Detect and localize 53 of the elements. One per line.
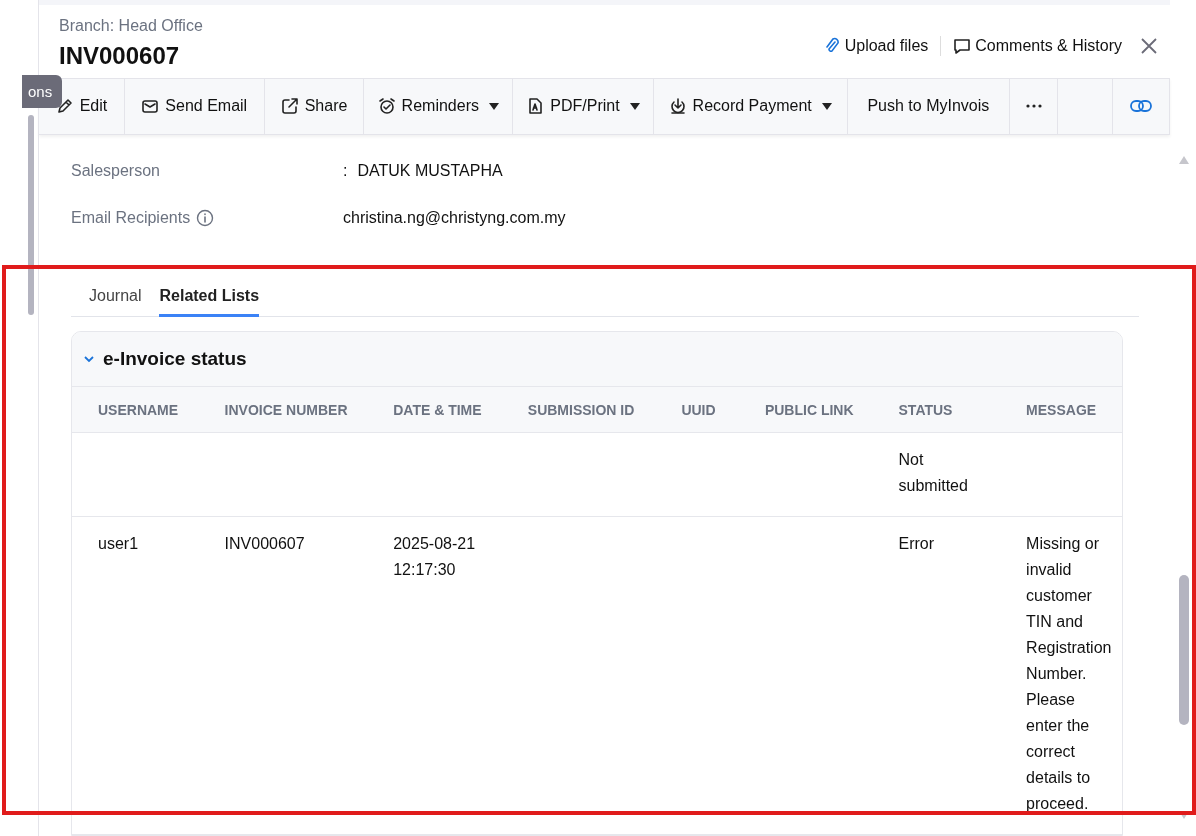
branch-label: Branch: Head Office [59,16,203,35]
toolbar-button[interactable]: PDF/Print [513,78,654,134]
section-title: e-Invoice status [103,348,247,370]
tab[interactable]: Related Lists [159,282,260,317]
table-cell: INV000607 [224,535,305,552]
column-header: DATE & TIME [367,387,502,433]
scrollbar-thumb[interactable] [1178,575,1189,725]
info-icon [196,208,215,227]
column-header: STATUS [872,387,1001,433]
toolbar-button[interactable]: Record Payment [653,78,848,134]
toolbar-button[interactable]: Push to MyInvois [847,78,1011,134]
caret-icon [629,102,640,110]
colon-separator: : [343,161,348,180]
table-cell-text: Not submitted [898,450,969,496]
more-button[interactable] [1010,78,1059,134]
caret-icon [821,102,832,110]
share-icon [280,97,299,116]
column-header: SUBMISSION ID [501,387,656,433]
invoice-title: INV000607 [59,41,181,70]
section-header[interactable]: e-Invoice status [72,332,1122,387]
toolbar-button[interactable]: Share [264,78,365,134]
table-cell-text: Missing or invalid customer TIN and Registration Number. Please enter the correct details to proceed. [1026,534,1113,814]
caret-icon [488,102,499,110]
table-cell-text: 2025-08-21 12:17:30 [393,534,477,580]
speech-bubble-icon [953,36,972,55]
link-button[interactable] [1113,78,1170,134]
close-icon[interactable] [1140,36,1158,55]
download-circle-icon [668,97,687,116]
ellipsis-icon [1024,104,1043,109]
upload-files-link[interactable]: Upload files [822,36,929,55]
scroll-up-icon[interactable] [1177,155,1190,165]
field-label: Email Recipients [71,208,191,227]
alarm-clock-icon [377,97,396,116]
field-value: DATUK MUSTAPHA [357,161,503,180]
column-header: MESSAGE [1000,387,1122,433]
column-header: UUID [655,387,739,433]
field-label: Salesperson [71,161,160,180]
table-cell-text: Error [898,534,936,554]
table-cell: user1 [98,535,139,552]
column-header: INVOICE NUMBER [198,387,368,433]
envelope-icon [141,97,160,116]
pencil-icon [55,97,74,116]
link-icon [1130,99,1153,114]
toolbar-button[interactable]: Send Email [124,78,265,134]
comments-history-link[interactable]: Comments & History [953,36,1122,55]
column-header: USERNAME [72,387,199,433]
field-value: christina.ng@christyng.com.my [343,208,566,227]
toolbar-button[interactable]: Reminders [364,78,514,134]
tab[interactable]: Journal [89,282,142,317]
column-header: PUBLIC LINK [738,387,873,433]
tooltip: ons [22,75,63,108]
pdf-file-icon [526,97,545,116]
scrollbar-thumb[interactable] [28,115,34,315]
